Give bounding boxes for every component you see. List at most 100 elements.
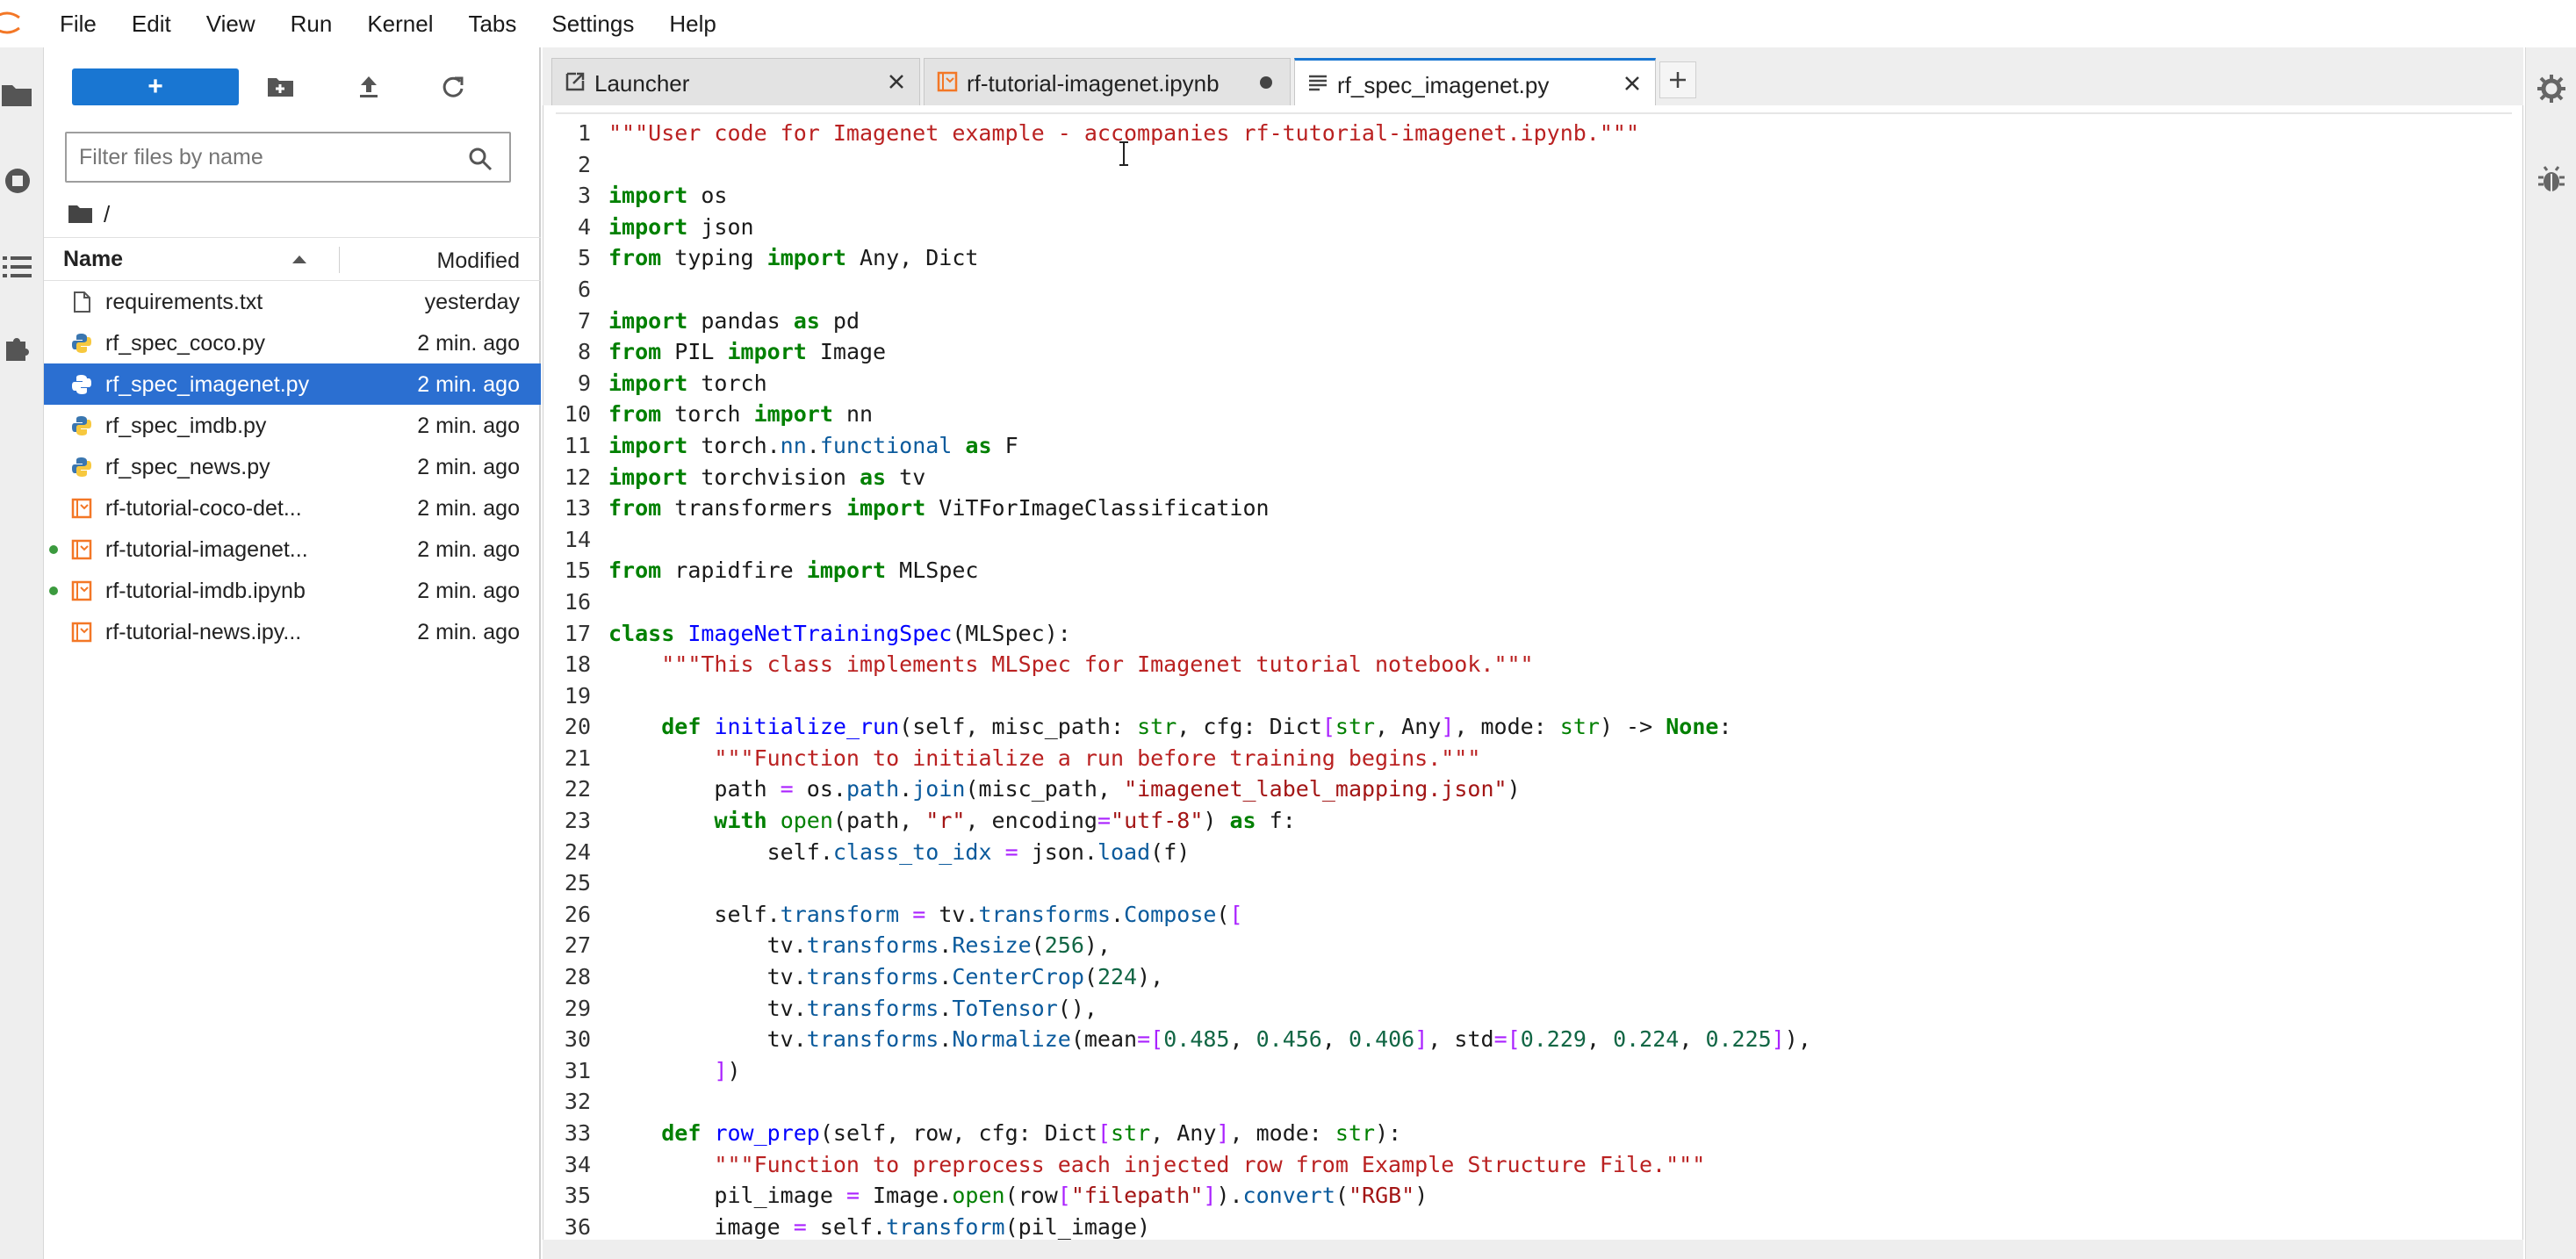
- column-name-header[interactable]: Name: [63, 247, 123, 272]
- breadcrumb-root[interactable]: /: [104, 201, 110, 228]
- code-text: import pandas as pd: [608, 307, 860, 334]
- code-text: import torch: [608, 370, 767, 396]
- code-text: from transformers import ViTForImageClas…: [608, 495, 1270, 522]
- tab-launcher[interactable]: Launcher: [551, 58, 920, 105]
- line-number: 8: [577, 339, 591, 365]
- notebook-icon: [937, 71, 958, 92]
- line-number: 22: [564, 776, 591, 802]
- text-file-icon: [70, 291, 93, 313]
- plus-icon: [1670, 72, 1686, 88]
- menu-view[interactable]: View: [206, 11, 255, 38]
- line-number: 11: [564, 432, 591, 458]
- property-inspector-button[interactable]: [2536, 74, 2566, 108]
- search-icon: [469, 147, 493, 171]
- tab-label: Launcher: [594, 70, 690, 97]
- line-number: 17: [564, 620, 591, 646]
- line-number: 7: [577, 307, 591, 334]
- file-row[interactable]: rf_spec_imagenet.py 2 min. ago: [44, 363, 541, 405]
- python-file-icon: [70, 456, 93, 478]
- menu-edit[interactable]: Edit: [132, 11, 171, 38]
- line-number: 9: [577, 370, 591, 396]
- menu-kernel[interactable]: Kernel: [367, 11, 433, 38]
- column-modified-header[interactable]: Modified: [437, 248, 521, 274]
- line-number: 10: [564, 401, 591, 428]
- file-name: rf-tutorial-coco-det...: [105, 496, 302, 521]
- code-text: def initialize_run(self, misc_path: str,…: [661, 714, 1732, 740]
- file-row[interactable]: rf-tutorial-coco-det... 2 min. ago: [44, 487, 541, 529]
- column-divider[interactable]: [339, 247, 340, 273]
- home-folder-icon[interactable]: [68, 204, 93, 225]
- new-launcher-button[interactable]: +: [72, 68, 239, 105]
- upload-icon: [360, 76, 378, 97]
- menu-file[interactable]: File: [60, 11, 97, 38]
- notebook-icon: [70, 579, 93, 602]
- left-activity-bar: [0, 47, 44, 1259]
- tab-notebook[interactable]: rf-tutorial-imagenet.ipynb: [924, 58, 1291, 105]
- tab-label: rf_spec_imagenet.py: [1337, 72, 1550, 98]
- file-row[interactable]: rf_spec_imdb.py 2 min. ago: [44, 405, 541, 446]
- close-icon[interactable]: [886, 71, 907, 92]
- file-row[interactable]: requirements.txt yesterday: [44, 281, 541, 322]
- line-number: 18: [564, 651, 591, 678]
- file-name: rf_spec_news.py: [105, 455, 270, 479]
- code-text: import torch.nn.functional as F: [608, 432, 1018, 458]
- file-row[interactable]: rf-tutorial-imagenet... 2 min. ago: [44, 529, 541, 570]
- code-text: from PIL import Image: [608, 339, 887, 365]
- menu-run[interactable]: Run: [291, 11, 333, 38]
- add-tab-button[interactable]: [1659, 61, 1696, 98]
- folder-icon[interactable]: [0, 77, 35, 112]
- file-row[interactable]: rf-tutorial-news.ipy... 2 min. ago: [44, 611, 541, 652]
- python-file-icon: [70, 332, 93, 355]
- code-editor[interactable]: 1 """User code for Imagenet example - acc…: [543, 105, 2523, 1247]
- code-text: self.class_to_idx = json.load(f): [608, 838, 1191, 865]
- debugger-button[interactable]: [2536, 165, 2566, 199]
- code-text: import torchvision as tv: [608, 464, 926, 490]
- text-file-icon: [1309, 75, 1327, 91]
- running-sessions-icon[interactable]: [0, 163, 35, 198]
- filter-files-input[interactable]: [79, 142, 430, 172]
- menu-tabs[interactable]: Tabs: [468, 11, 516, 38]
- line-number: 35: [564, 1183, 591, 1209]
- line-number: 15: [564, 558, 591, 584]
- upload-button[interactable]: [349, 68, 388, 105]
- code-text: tv.transforms.ToTensor(),: [608, 995, 1097, 1021]
- line-number: 32: [564, 1089, 591, 1115]
- code-text: from typing import Any, Dict: [608, 245, 979, 271]
- close-icon[interactable]: [1622, 73, 1643, 94]
- code-text: tv.transforms.Resize(256),: [608, 932, 1111, 959]
- code-text: ]): [714, 1057, 741, 1083]
- sort-ascending-icon[interactable]: [290, 250, 309, 270]
- code-text: with open(path, "r", encoding="utf-8") a…: [714, 808, 1296, 834]
- line-number: 36: [564, 1213, 591, 1240]
- new-launcher-label: +: [148, 72, 163, 101]
- new-folder-icon: [268, 78, 293, 97]
- line-number: 16: [564, 588, 591, 615]
- refresh-button[interactable]: [434, 68, 472, 105]
- table-of-contents-icon[interactable]: [0, 249, 35, 284]
- python-file-icon: [70, 373, 93, 396]
- file-row[interactable]: rf-tutorial-imdb.ipynb 2 min. ago: [44, 570, 541, 611]
- file-row[interactable]: rf_spec_coco.py 2 min. ago: [44, 322, 541, 363]
- python-file-icon: [70, 414, 93, 437]
- menu-help[interactable]: Help: [669, 11, 716, 38]
- file-list: requirements.txt yesterday rf_spec_coco.py…: [44, 281, 541, 652]
- unsaved-changes-indicator[interactable]: [1260, 76, 1272, 89]
- code-text: """This class implements MLSpec for Imag…: [661, 651, 1534, 678]
- line-number: 25: [564, 870, 591, 896]
- tab-active-editor[interactable]: rf_spec_imagenet.py: [1294, 58, 1656, 107]
- code-text: """Function to preprocess each injected …: [714, 1151, 1706, 1177]
- file-browser-panel: + / Name Modified requirements.txt yester…: [44, 47, 541, 1259]
- file-modified: 2 min. ago: [417, 331, 520, 356]
- extension-manager-icon[interactable]: [0, 332, 35, 367]
- new-folder-button[interactable]: [262, 68, 300, 105]
- file-modified: 2 min. ago: [417, 579, 520, 603]
- main-tab-bar: Launcher rf-tutorial-imagenet.ipynb rf_s…: [543, 47, 2523, 107]
- code-text: image = self.transform(pil_image): [608, 1213, 1151, 1240]
- filter-files-box: [65, 132, 511, 183]
- file-name: rf-tutorial-imagenet...: [105, 537, 308, 562]
- gear-icon: [2537, 75, 2565, 103]
- file-row[interactable]: rf_spec_news.py 2 min. ago: [44, 446, 541, 487]
- code-text: tv.transforms.Normalize(mean=[0.485, 0.4…: [608, 1026, 1811, 1053]
- line-number: 12: [564, 464, 591, 490]
- menu-settings[interactable]: Settings: [551, 11, 634, 38]
